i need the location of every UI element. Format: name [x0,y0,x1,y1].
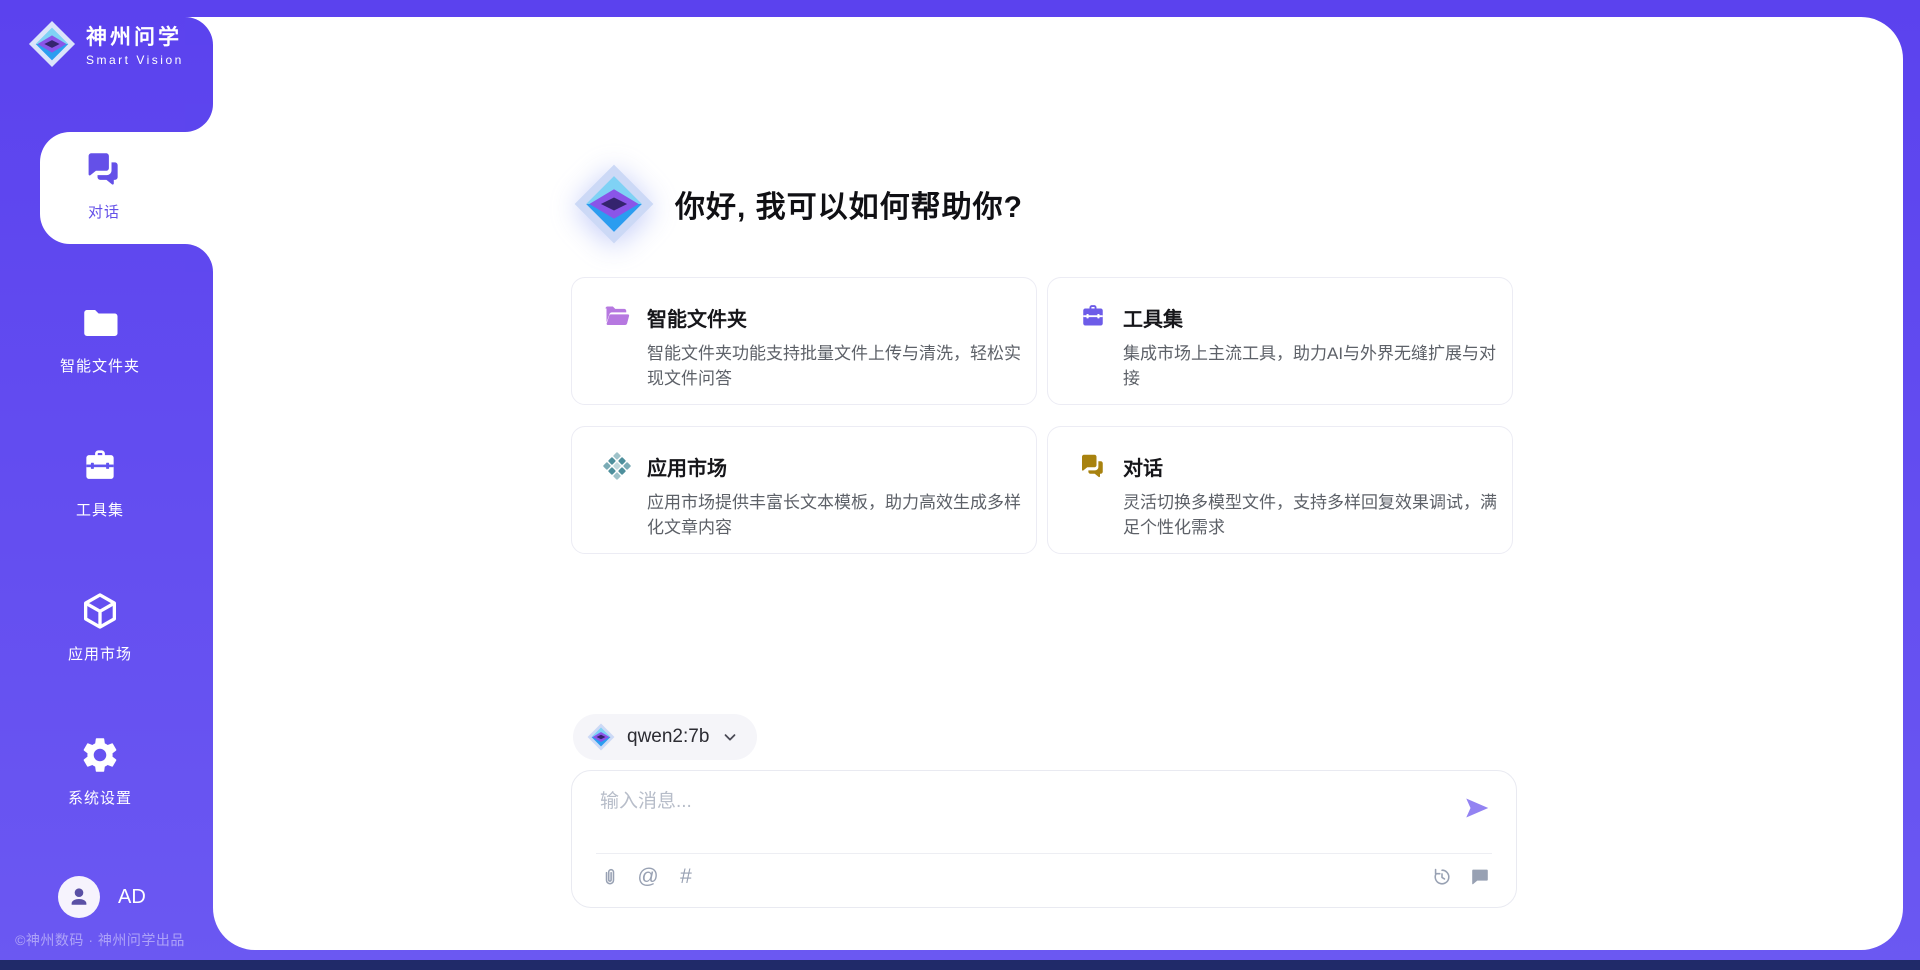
diamond-logo-icon [573,163,655,245]
send-button[interactable] [1462,793,1492,823]
sidebar-item-chat[interactable]: 对话 [40,132,213,244]
hash-icon: # [680,865,692,889]
card-description: 应用市场提供丰富长文本模板，助力高效生成多样化文章内容 [647,491,1029,540]
panel-corner-scoop [185,17,213,45]
greeting-title: 你好, 我可以如何帮助你? [675,182,1023,226]
gear-icon [79,734,121,776]
folder-open-icon [602,302,632,332]
card-title: 智能文件夹 [647,303,747,332]
toolbox-icon [1078,302,1108,332]
attach-button[interactable] [598,865,622,889]
user-name: AD [118,886,146,909]
avatar [58,876,100,918]
chat-icon [1078,451,1108,481]
tab-corner-scoop-top [185,104,213,132]
feedback-button[interactable] [1468,865,1492,889]
chat-icon [83,148,125,190]
topic-button[interactable]: # [674,865,698,889]
history-button[interactable] [1430,865,1454,889]
sidebar-item-smart-folder[interactable]: 智能文件夹 [36,302,164,376]
card-title: 应用市场 [647,452,727,481]
sidebar-item-toolset[interactable]: 工具集 [36,446,164,520]
mention-button[interactable]: @ [636,865,660,889]
history-icon [1431,866,1453,888]
sidebar-item-label: 智能文件夹 [36,355,164,376]
card-app-market[interactable]: 应用市场 应用市场提供丰富长文本模板，助力高效生成多样化文章内容 [571,426,1037,554]
person-icon [66,884,92,910]
card-smart-folder[interactable]: 智能文件夹 智能文件夹功能支持批量文件上传与清洗，轻松实现文件问答 [571,277,1037,405]
card-chat[interactable]: 对话 灵活切换多模型文件，支持多样回复效果调试，满足个性化需求 [1047,426,1513,554]
toolbox-icon [79,446,121,488]
sidebar-item-app-market[interactable]: 应用市场 [36,590,164,664]
paperclip-icon [599,866,621,888]
sidebar-item-label: 工具集 [36,499,164,520]
cube-icon [79,590,121,632]
sidebar-item-settings[interactable]: 系统设置 [36,734,164,808]
diamond-logo-icon [28,20,76,68]
composer-divider [596,853,1492,854]
send-icon [1462,793,1492,823]
model-name: qwen2:7b [627,726,709,748]
brand-subtitle: Smart Vision [86,53,184,67]
card-description: 灵活切换多模型文件，支持多样回复效果调试，满足个性化需求 [1123,491,1505,540]
greeting-block: 你好, 我可以如何帮助你? [573,163,1023,245]
card-title: 工具集 [1123,303,1183,332]
tab-corner-scoop-bottom [185,244,213,272]
card-title: 对话 [1123,452,1163,481]
card-description: 智能文件夹功能支持批量文件上传与清洗，轻松实现文件问答 [647,342,1029,391]
bottom-bar [0,960,1920,970]
at-icon: @ [637,865,658,889]
sidebar-item-label: 系统设置 [36,787,164,808]
grid-cube-icon [602,451,632,481]
sidebar-item-label: 对话 [40,201,168,222]
folder-icon [79,302,121,344]
brand-name: 神州问学 [86,21,184,51]
card-description: 集成市场上主流工具，助力AI与外界无缝扩展与对接 [1123,342,1505,391]
chevron-down-icon [721,728,739,746]
message-input[interactable] [600,787,1440,817]
card-toolset[interactable]: 工具集 集成市场上主流工具，助力AI与外界无缝扩展与对接 [1047,277,1513,405]
composer: @ # [571,770,1517,908]
diamond-logo-icon [587,723,615,751]
brand-logo: 神州问学 Smart Vision [28,20,184,68]
app-root: 神州问学 Smart Vision 对话 智能文件夹 工具集 [0,0,1920,970]
user-account[interactable]: AD [58,876,146,918]
sidebar-item-label: 应用市场 [36,643,164,664]
chat-solid-icon [1469,866,1491,888]
sidebar-footer: ©神州数码 · 神州问学出品 [0,930,200,950]
model-selector[interactable]: qwen2:7b [573,714,757,760]
